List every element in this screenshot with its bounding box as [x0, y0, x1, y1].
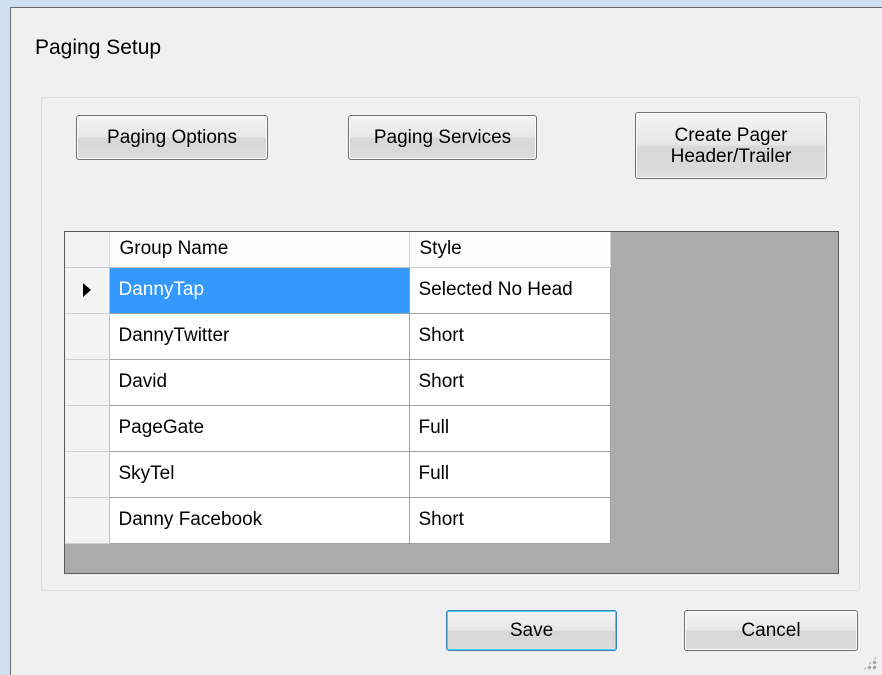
paging-services-button[interactable]: Paging Services: [348, 115, 537, 160]
paging-options-button[interactable]: Paging Options: [76, 115, 268, 160]
group-name-cell[interactable]: David: [109, 359, 410, 406]
row-header[interactable]: [65, 451, 110, 498]
group-name-cell[interactable]: PageGate: [109, 405, 410, 452]
create-pager-label-line2: Header/Trailer: [670, 145, 792, 167]
group-name-cell[interactable]: Danny Facebook: [109, 497, 410, 544]
group-name-cell[interactable]: DannyTap: [109, 267, 410, 314]
group-name-cell[interactable]: DannyTwitter: [109, 313, 410, 360]
table-row[interactable]: DannyTwitter Short: [65, 313, 611, 360]
row-header[interactable]: [65, 359, 110, 406]
group-name-cell[interactable]: SkyTel: [109, 451, 410, 498]
row-header[interactable]: [65, 497, 110, 544]
row-header[interactable]: [65, 313, 110, 360]
style-cell[interactable]: Short: [409, 359, 611, 406]
table-row[interactable]: Danny Facebook Short: [65, 497, 611, 544]
current-row-arrow-icon: [82, 282, 91, 297]
grid-table: Group Name Style DannyTap Selected No He…: [65, 232, 611, 544]
style-cell[interactable]: Short: [409, 497, 611, 544]
grid-header-row: Group Name Style: [65, 232, 611, 268]
style-cell[interactable]: Full: [409, 451, 611, 498]
style-cell[interactable]: Full: [409, 405, 611, 452]
cancel-button[interactable]: Cancel: [684, 610, 858, 651]
style-cell[interactable]: Selected No Head: [409, 267, 611, 314]
row-header-corner: [65, 232, 110, 268]
row-header[interactable]: [65, 267, 110, 314]
column-header-style[interactable]: Style: [409, 232, 611, 268]
column-header-group-name[interactable]: Group Name: [109, 232, 410, 268]
group-data-grid[interactable]: Group Name Style DannyTap Selected No He…: [64, 231, 839, 574]
table-row[interactable]: DannyTap Selected No Head: [65, 267, 611, 314]
table-row[interactable]: SkyTel Full: [65, 451, 611, 498]
resize-grip-icon[interactable]: [862, 655, 878, 671]
paging-setup-dialog: Paging Setup Paging Options Paging Servi…: [10, 7, 882, 675]
create-pager-label-line1: Create Pager: [674, 124, 788, 146]
dialog-title: Paging Setup: [35, 36, 162, 59]
table-row[interactable]: PageGate Full: [65, 405, 611, 452]
style-cell[interactable]: Short: [409, 313, 611, 360]
row-header[interactable]: [65, 405, 110, 452]
create-pager-header-trailer-button[interactable]: Create Pager Header/Trailer: [635, 112, 827, 179]
save-button[interactable]: Save: [446, 610, 617, 651]
table-row[interactable]: David Short: [65, 359, 611, 406]
